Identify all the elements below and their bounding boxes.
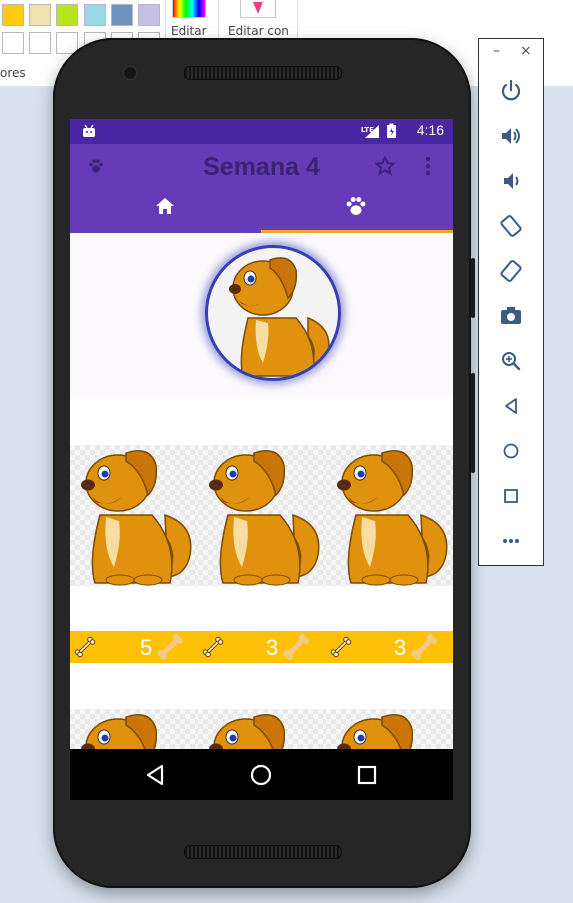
home-icon[interactable] <box>497 437 525 465</box>
pet-profile-content: 5 3 3 <box>70 233 453 749</box>
phone-screen: LTE 4:16 Semana 4 5 3 3 <box>70 119 453 800</box>
likes-count: 3 <box>266 635 279 660</box>
signal-battery-icon: LTE <box>361 123 396 138</box>
bone-icon <box>283 634 309 660</box>
color-swatch[interactable] <box>84 4 106 26</box>
pet-photo[interactable] <box>326 445 453 586</box>
likes-count: 3 <box>394 635 407 660</box>
pet-photo[interactable] <box>198 445 326 586</box>
app-toolbar: Semana 4 <box>70 144 453 189</box>
overview-icon[interactable] <box>497 482 525 510</box>
volume-up-icon[interactable] <box>497 122 525 150</box>
tab-bar <box>70 189 453 233</box>
back-icon[interactable] <box>142 761 170 789</box>
android-notification-icon <box>83 124 95 137</box>
back-icon[interactable] <box>497 392 525 420</box>
pet-photo[interactable] <box>70 709 198 749</box>
recents-icon[interactable] <box>353 761 381 789</box>
pet-avatar <box>205 245 341 381</box>
home-icon <box>156 198 174 214</box>
bone-icon[interactable] <box>202 636 224 658</box>
tab-pet-profile[interactable] <box>261 189 452 233</box>
page-title: Semana 4 <box>203 153 320 181</box>
profile-header <box>70 233 453 397</box>
color-swatch[interactable] <box>29 32 51 54</box>
front-camera <box>123 66 137 80</box>
likes-count: 5 <box>140 635 153 660</box>
close-icon[interactable]: × <box>520 43 532 59</box>
status-time: 4:16 <box>416 122 444 138</box>
side-button <box>471 258 475 318</box>
status-bar: LTE 4:16 <box>70 119 453 144</box>
home-circle-icon[interactable] <box>247 761 275 789</box>
pet-likes-item: 3 <box>326 631 453 663</box>
pet-photo[interactable] <box>326 709 453 749</box>
bone-icon <box>411 634 437 660</box>
edit-colors-icon[interactable] <box>172 0 206 18</box>
rotate-right-icon[interactable] <box>497 257 525 285</box>
likes-bar: 5 3 3 <box>70 631 453 663</box>
top-speaker <box>184 66 342 80</box>
bottom-speaker <box>184 845 342 859</box>
color-swatch[interactable] <box>29 4 51 26</box>
bone-icon[interactable] <box>330 636 352 658</box>
minimize-icon[interactable]: – <box>493 43 500 59</box>
color-swatch[interactable] <box>111 4 133 26</box>
camera-icon[interactable] <box>497 302 525 330</box>
colors-group-label: ores <box>0 66 26 80</box>
rotate-left-icon[interactable] <box>497 212 525 240</box>
system-navigation-bar <box>70 749 453 800</box>
overflow-menu-icon[interactable] <box>422 155 434 177</box>
pet-likes-item: 5 <box>70 631 198 663</box>
pet-photo[interactable] <box>70 445 198 586</box>
power-icon[interactable] <box>497 77 525 105</box>
star-icon[interactable] <box>375 156 395 176</box>
paw-icon <box>346 197 366 215</box>
pet-likes-item: 3 <box>198 631 326 663</box>
side-button <box>471 373 475 473</box>
color-swatch[interactable] <box>138 4 160 26</box>
emulator-control-panel: – × <box>478 38 544 566</box>
emulator-device-frame: LTE 4:16 Semana 4 5 3 3 <box>53 38 475 888</box>
zoom-icon[interactable] <box>497 347 525 375</box>
volume-down-icon[interactable] <box>497 167 525 195</box>
edit-colors-button[interactable]: Editar <box>171 24 207 38</box>
pet-photo[interactable] <box>198 709 326 749</box>
color-swatch[interactable] <box>2 4 24 26</box>
edit-with-icon[interactable] <box>240 0 276 18</box>
more-icon[interactable] <box>497 527 525 555</box>
bone-icon[interactable] <box>74 636 96 658</box>
bone-icon <box>157 634 183 660</box>
edit-with-button[interactable]: Editar con <box>228 24 289 38</box>
color-swatch[interactable] <box>56 4 78 26</box>
color-swatch[interactable] <box>2 32 24 54</box>
tab-home[interactable] <box>70 189 261 233</box>
